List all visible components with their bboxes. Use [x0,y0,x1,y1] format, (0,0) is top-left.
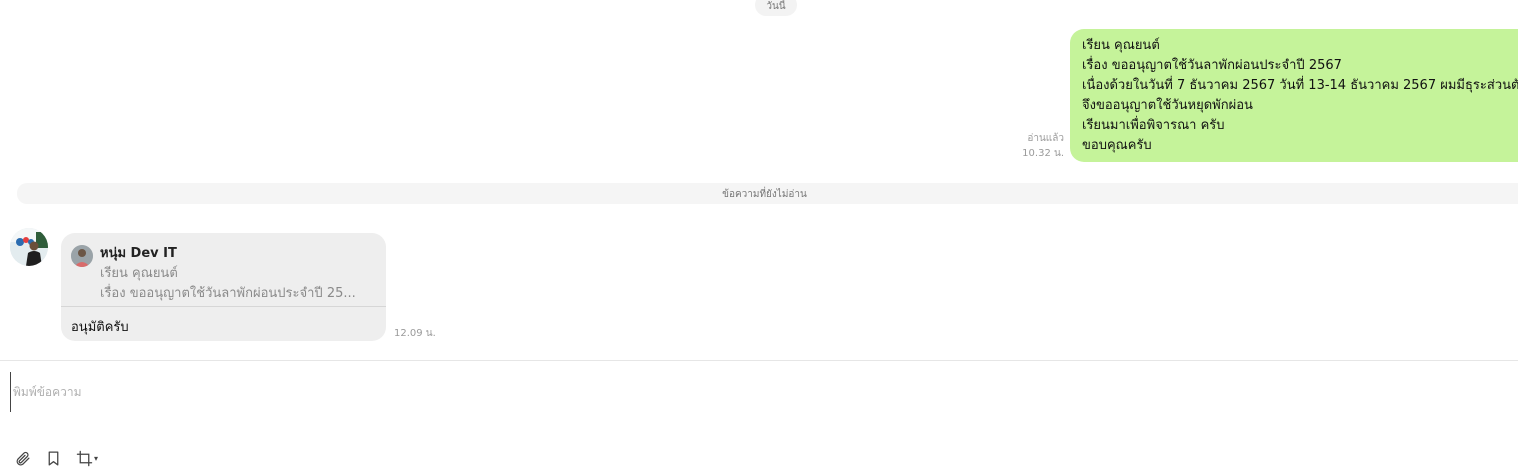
bookmark-icon[interactable] [45,450,62,467]
date-separator-label: วันนี้ [766,1,786,12]
unread-divider-label: ข้อความที่ยังไม่อ่าน [722,189,807,200]
sender-avatar[interactable] [10,228,48,266]
reply-avatar-image [71,245,93,267]
chevron-down-icon: ▾ [94,454,99,463]
sent-line: เรียน คุณยนต์ [1082,38,1160,53]
crop-icon[interactable]: ▾ [76,450,98,467]
reply-sender-avatar [71,245,93,267]
sent-line: จึงขออนุญาตใช้วันหยุดพักผ่อน [1082,98,1253,113]
sent-time: 10.32 น. [1022,148,1064,159]
paperclip-icon[interactable] [14,450,31,467]
sent-line: เนื่องด้วยในวันที่ 7 ธันวาคม 2567 วันที่… [1082,78,1518,93]
composer-divider [0,360,1518,361]
unread-divider: ข้อความที่ยังไม่อ่าน [17,183,1518,204]
sent-line: เรียนมาเพื่อพิจารณา ครับ [1082,118,1225,133]
sent-line: ขอบคุณครับ [1082,138,1152,153]
sent-message-bubble[interactable]: เรียน คุณยนต์ เรื่อง ขออนุญาตใช้วันลาพัก… [1070,29,1518,162]
reply-preview[interactable]: หนุ่ม Dev IT เรียน คุณยนต์ เรื่อง ขออนุญ… [61,233,386,307]
sent-message-meta: อ่านแล้ว 10.32 น. [1022,131,1064,161]
received-time: 12.09 น. [394,328,436,339]
reply-quote-line: เรียน คุณยนต์ [100,266,178,281]
avatar-image [10,228,48,266]
reply-sender-name: หนุ่ม Dev IT [100,246,177,261]
read-status: อ่านแล้ว [1027,133,1064,144]
message-input[interactable] [10,372,1413,412]
received-message-bubble[interactable]: หนุ่ม Dev IT เรียน คุณยนต์ เรื่อง ขออนุญ… [61,233,386,341]
received-message-text: อนุมัติครับ [71,320,129,335]
reply-quote-line: เรื่อง ขออนุญาตใช้วันลาพักผ่อนประจำปี 25… [100,286,356,301]
composer-toolbar: ▾ [14,450,112,467]
sent-line: เรื่อง ขออนุญาตใช้วันลาพักผ่อนประจำปี 25… [1082,58,1342,73]
date-separator: วันนี้ [755,0,797,16]
